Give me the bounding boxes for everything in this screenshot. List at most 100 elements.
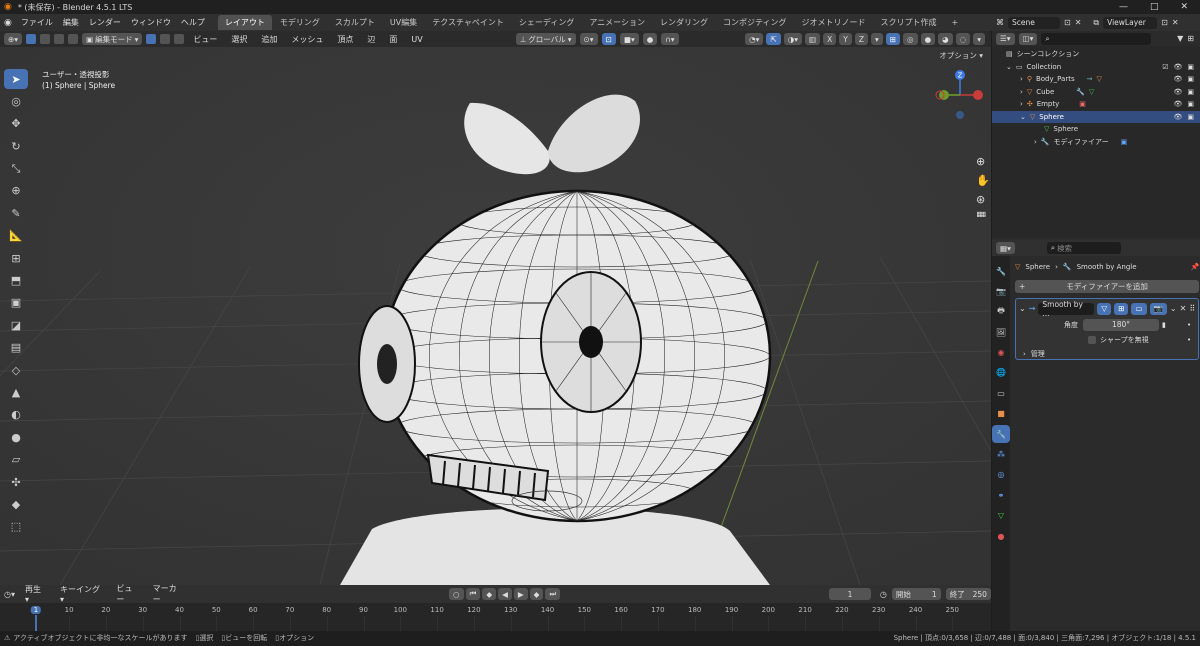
expand-arrow-icon[interactable]: › (1020, 100, 1023, 108)
add-modifier-button[interactable]: + モディファイアーを追加 (1015, 280, 1200, 293)
menu-window[interactable]: ウィンドウ (126, 17, 176, 28)
expand-arrow-icon[interactable]: › (1023, 350, 1026, 358)
new-viewlayer-icon[interactable]: ⊡ (1161, 18, 1168, 27)
editor-type-button[interactable]: ⊕▾ (4, 33, 23, 45)
navigation-gizmo[interactable]: Z ⊕ ✋ ⊛ ▦ (932, 67, 988, 217)
outliner-item-sphere-mesh[interactable]: ▽ Sphere (992, 123, 1200, 136)
angle-field[interactable]: 180° (1083, 318, 1159, 331)
tab-uv-editing[interactable]: UV編集 (383, 15, 424, 30)
play-reverse-icon[interactable]: ◀ (498, 588, 512, 600)
shading-options-dropdown[interactable]: ▾ (973, 33, 985, 45)
properties-search[interactable]: ⌕ 検索 (1046, 242, 1121, 254)
expand-arrow-icon[interactable]: › (1020, 75, 1023, 83)
scene-selector[interactable]: Scene (1008, 16, 1060, 29)
snap-target-dropdown[interactable]: ■▾ (619, 33, 639, 45)
delete-scene-icon[interactable]: ✕ (1075, 18, 1082, 27)
camera-icon[interactable]: ▣ (1187, 100, 1194, 108)
menu-face[interactable]: 面 (384, 34, 402, 45)
remove-modifier-icon[interactable]: ✕ (1180, 304, 1187, 313)
axis-y-toggle[interactable]: Y (839, 33, 852, 45)
menu-timeline-view[interactable]: ビュー (111, 583, 142, 605)
properties-editor-type[interactable]: ▦▾ (996, 242, 1015, 254)
select-mode-invert-icon[interactable] (68, 34, 79, 44)
particles-tab-icon[interactable]: ⁂ (992, 446, 1010, 464)
knife-tool-icon[interactable]: ◇ (4, 360, 28, 380)
inset-tool-icon[interactable]: ▣ (4, 293, 28, 313)
start-frame-field[interactable]: 開始 1 (891, 588, 941, 600)
menu-select[interactable]: 選択 (226, 34, 252, 45)
spin-tool-icon[interactable]: ◐ (4, 405, 28, 425)
pin-icon[interactable]: 📌 (1190, 263, 1199, 271)
add-cube-tool-icon[interactable]: ⊞ (4, 248, 28, 268)
collection-checkbox[interactable]: ☑ (1162, 63, 1168, 71)
end-frame-field[interactable]: 終了 250 (945, 588, 991, 600)
modifier-tab-icon[interactable]: 🔧 (992, 425, 1010, 444)
shear-tool-icon[interactable]: ◆ (4, 494, 28, 514)
annotate-tool-icon[interactable]: ✎ (4, 203, 28, 223)
tab-geometry-nodes[interactable]: ジオメトリノード (795, 15, 873, 30)
collection-tab-icon[interactable]: ▭ (992, 384, 1010, 402)
face-select-icon[interactable] (174, 34, 185, 44)
extrude-tool-icon[interactable]: ⬒ (4, 271, 28, 291)
dropdown-arrow-icon[interactable]: ⌄ (1170, 304, 1177, 313)
menu-marker[interactable]: マーカー (148, 583, 186, 605)
select-mode-extend-icon[interactable] (40, 34, 51, 44)
shrink-fatten-tool-icon[interactable]: ✣ (4, 472, 28, 492)
mirror-dropdown[interactable]: ▾ (870, 33, 883, 45)
display-mode-dropdown[interactable]: ◫▾ (1018, 32, 1038, 45)
tab-texture-paint[interactable]: テクスチャペイント (425, 15, 511, 30)
camera-icon[interactable]: ▣ (1187, 63, 1194, 71)
tab-layout[interactable]: レイアウト (217, 15, 272, 30)
outliner-item-sphere[interactable]: ⌄ ▽ Sphere 👁 ▣ (992, 110, 1200, 123)
expand-arrow-icon[interactable]: › (1034, 138, 1037, 146)
render-toggle-icon[interactable]: 📷 (1149, 302, 1167, 315)
current-frame-field[interactable]: 1 (829, 588, 871, 600)
eye-icon[interactable]: 👁 (1173, 63, 1182, 71)
shading-wireframe-icon[interactable]: ◎ (903, 33, 918, 45)
rotate-tool-icon[interactable]: ↻ (4, 136, 28, 156)
tab-modeling[interactable]: モデリング (273, 15, 327, 30)
world-tab-icon[interactable]: 🌐 (992, 364, 1010, 382)
menu-file[interactable]: ファイル (16, 17, 58, 28)
preview-range-icon[interactable]: ◷ (880, 590, 887, 599)
outliner-item-body-parts[interactable]: › ⚲ Body_Parts ⇝ ▽ 👁 ▣ (992, 73, 1200, 86)
object-tab-icon[interactable]: ■ (992, 405, 1010, 423)
jump-start-icon[interactable]: ⏮ (465, 588, 481, 600)
delete-viewlayer-icon[interactable]: ✕ (1172, 18, 1179, 27)
mode-dropdown[interactable]: ▣ 編集モード ▾ (82, 33, 143, 45)
poly-build-tool-icon[interactable]: ▲ (4, 382, 28, 402)
minimize-button[interactable]: — (1119, 2, 1128, 12)
cursor-tool-icon[interactable]: ◎ (4, 91, 28, 111)
manage-subpanel[interactable]: › 管理 (1019, 348, 1195, 360)
camera-icon[interactable]: ▣ (1187, 75, 1194, 83)
loop-cut-tool-icon[interactable]: ▤ (4, 338, 28, 358)
next-keyframe-icon[interactable]: ◆ (529, 588, 544, 600)
measure-tool-icon[interactable]: 📐 (4, 226, 28, 246)
outliner-root[interactable]: ▤ シーンコレクション (992, 48, 1200, 61)
falloff-dropdown[interactable]: ∩▾ (661, 33, 679, 45)
viewport-toggle-icon[interactable]: ▭ (1131, 302, 1147, 315)
rip-tool-icon[interactable]: ⬚ (4, 517, 28, 537)
constraints-tab-icon[interactable]: ⚭ (992, 486, 1010, 504)
timeline-ruler[interactable]: 1 10 20 30 40 50 60 70 80 90 100 110 120 130 140 150 160… (0, 603, 991, 631)
menu-keying[interactable]: キーイング ▾ (55, 584, 106, 604)
outliner-item-cube[interactable]: › ▽ Cube 🔧 ▽ 👁 ▣ (992, 86, 1200, 99)
3d-viewport[interactable]: ⊕▾ ▣ 編集モード ▾ ビュー 選択 追加 メッシュ 頂点 辺 面 UV ⊥ グロー… (0, 31, 991, 585)
scale-tool-icon[interactable]: ⤡ (4, 159, 28, 179)
expand-arrow-icon[interactable]: ⌄ (1020, 113, 1026, 121)
expand-arrow-icon[interactable]: ⌄ (1006, 63, 1012, 71)
prev-keyframe-icon[interactable]: ◆ (482, 588, 497, 600)
expand-arrow-icon[interactable]: › (1020, 88, 1023, 96)
camera-icon[interactable]: ▣ (1187, 113, 1194, 121)
tab-shading[interactable]: シェーディング (512, 15, 581, 30)
transform-tool-icon[interactable]: ⊕ (4, 181, 28, 201)
render-tab-icon[interactable]: 📷 (992, 282, 1010, 300)
outliner-editor-type[interactable]: ☰▾ (996, 32, 1015, 45)
eye-icon[interactable]: 👁 (1173, 100, 1182, 108)
maximize-button[interactable]: □ (1150, 2, 1159, 12)
eye-icon[interactable]: 👁 (1173, 113, 1182, 121)
node-socket-toggle-icon[interactable]: ▮ (1162, 321, 1166, 329)
timeline-editor-icon[interactable]: ◷▾ (4, 590, 15, 599)
select-mode-set-icon[interactable] (26, 34, 37, 44)
new-collection-icon[interactable]: ⊞ (1187, 34, 1200, 43)
